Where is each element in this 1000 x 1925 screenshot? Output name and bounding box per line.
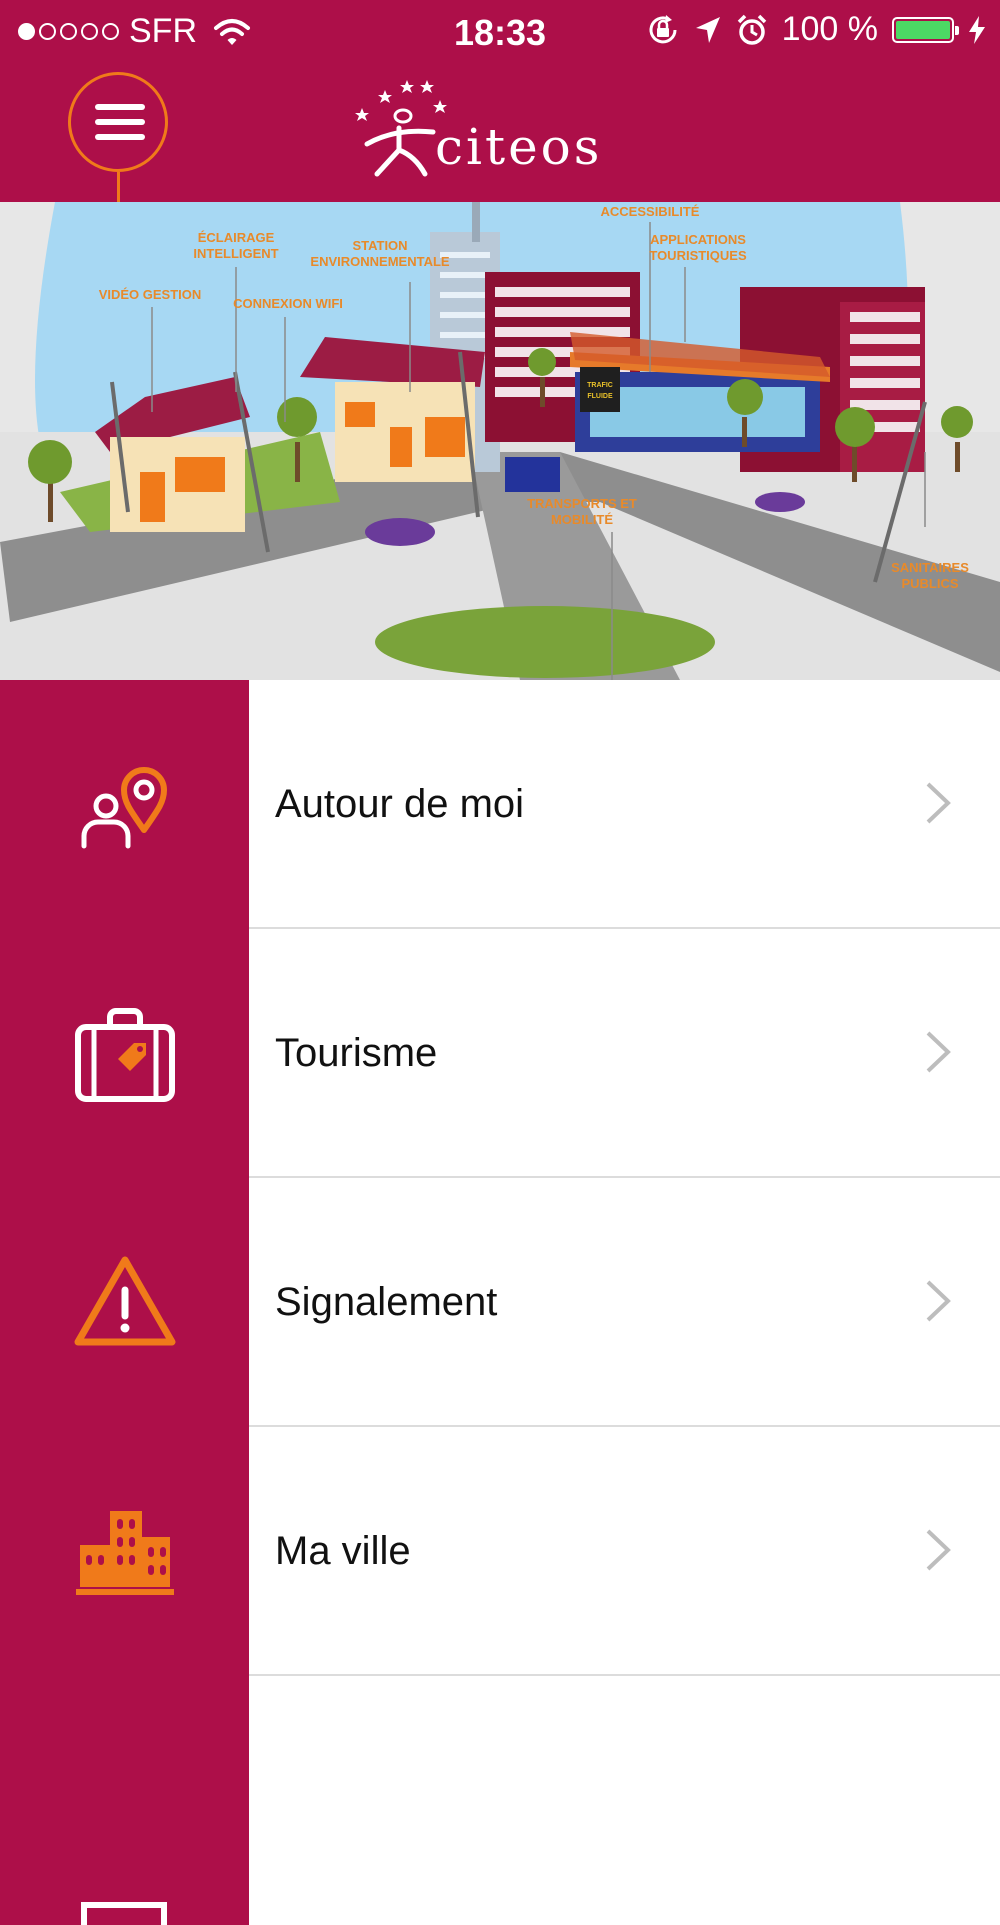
- battery-icon: [892, 16, 959, 43]
- chevron-right-icon: [926, 782, 951, 824]
- menu-item-label: Tourisme: [275, 1031, 438, 1075]
- menu-item-label: Signalement: [275, 1280, 498, 1324]
- menu-item-tourisme[interactable]: Tourisme: [0, 929, 1000, 1178]
- menu-item-icon-tile: [0, 680, 249, 929]
- menu-item-autour-de-moi[interactable]: Autour de moi: [0, 680, 1000, 929]
- city-buildings-icon: [75, 1510, 174, 1595]
- hero-label-trafic-1: TRAFIC: [587, 382, 613, 389]
- warning-icon: [74, 1256, 175, 1345]
- hero-label-sanitaires-2: PUBLICS: [901, 576, 958, 591]
- menu-button[interactable]: [68, 72, 168, 172]
- menu-item-icon-tile: [0, 1178, 249, 1427]
- logo-text: citeos: [435, 118, 603, 176]
- hero-label-sanitaires-1: SANITAIRES: [891, 560, 969, 575]
- menu-item-signalement[interactable]: Signalement: [0, 1178, 1000, 1427]
- battery-percent: 100 %: [781, 10, 878, 48]
- hero-label-applications-2: TOURISTIQUES: [649, 248, 747, 263]
- partial-icon: [80, 1902, 167, 1925]
- chevron-right-icon: [926, 1280, 951, 1322]
- hero-label-eclairage-1: ÉCLAIRAGE: [198, 230, 275, 245]
- location-arrow-icon: [695, 16, 720, 43]
- menu-item-icon-tile: [0, 1427, 249, 1676]
- citeos-logo: citeos: [355, 78, 655, 188]
- hero-label-transports-1: TRANSPORTS ET: [527, 496, 637, 511]
- hero-label-station-1: STATION: [352, 238, 407, 253]
- chevron-right-icon: [926, 1529, 951, 1571]
- chevron-right-icon: [926, 1031, 951, 1073]
- city-scene: TRAFIC FLUIDE VIDÉO GESTION ÉCLAIRAGE IN…: [0, 202, 1000, 680]
- main-menu: Autour de moi Tourisme Signalement Ma vi…: [0, 680, 1000, 1925]
- menu-item-label: Ma ville: [275, 1529, 411, 1573]
- status-bar: SFR 18:33 100 %: [0, 0, 1000, 68]
- hero-label-video: VIDÉO GESTION: [99, 287, 202, 302]
- suitcase-icon: [74, 1007, 175, 1102]
- hero-label-accessibilite: ACCESSIBILITÉ: [601, 204, 700, 219]
- menu-item-icon-tile: [0, 929, 249, 1178]
- menu-item-partial[interactable]: [0, 1676, 1000, 1925]
- menu-item-icon-tile: [0, 1676, 249, 1925]
- hero-label-applications-1: APPLICATIONS: [650, 232, 746, 247]
- alarm-icon: [737, 14, 766, 45]
- people-location-icon: [81, 766, 167, 848]
- hero-label-eclairage-2: INTELLIGENT: [193, 246, 278, 261]
- menu-item-label: Autour de moi: [275, 782, 525, 826]
- smart-city-illustration: TRAFIC FLUIDE VIDÉO GESTION ÉCLAIRAGE IN…: [0, 202, 1000, 680]
- hero-label-transports-2: MOBILITÉ: [551, 512, 613, 527]
- hero-label-trafic-2: FLUIDE: [587, 393, 613, 400]
- app-header: citeos: [0, 68, 1000, 202]
- menu-item-ma-ville[interactable]: Ma ville: [0, 1427, 1000, 1676]
- hero-label-station-2: ENVIRONNEMENTALE: [310, 254, 449, 269]
- hero-label-wifi: CONNEXION WIFI: [233, 296, 343, 311]
- orientation-lock-icon: [649, 14, 677, 43]
- charging-bolt-icon: [969, 15, 985, 44]
- menu-button-stem: [117, 172, 120, 202]
